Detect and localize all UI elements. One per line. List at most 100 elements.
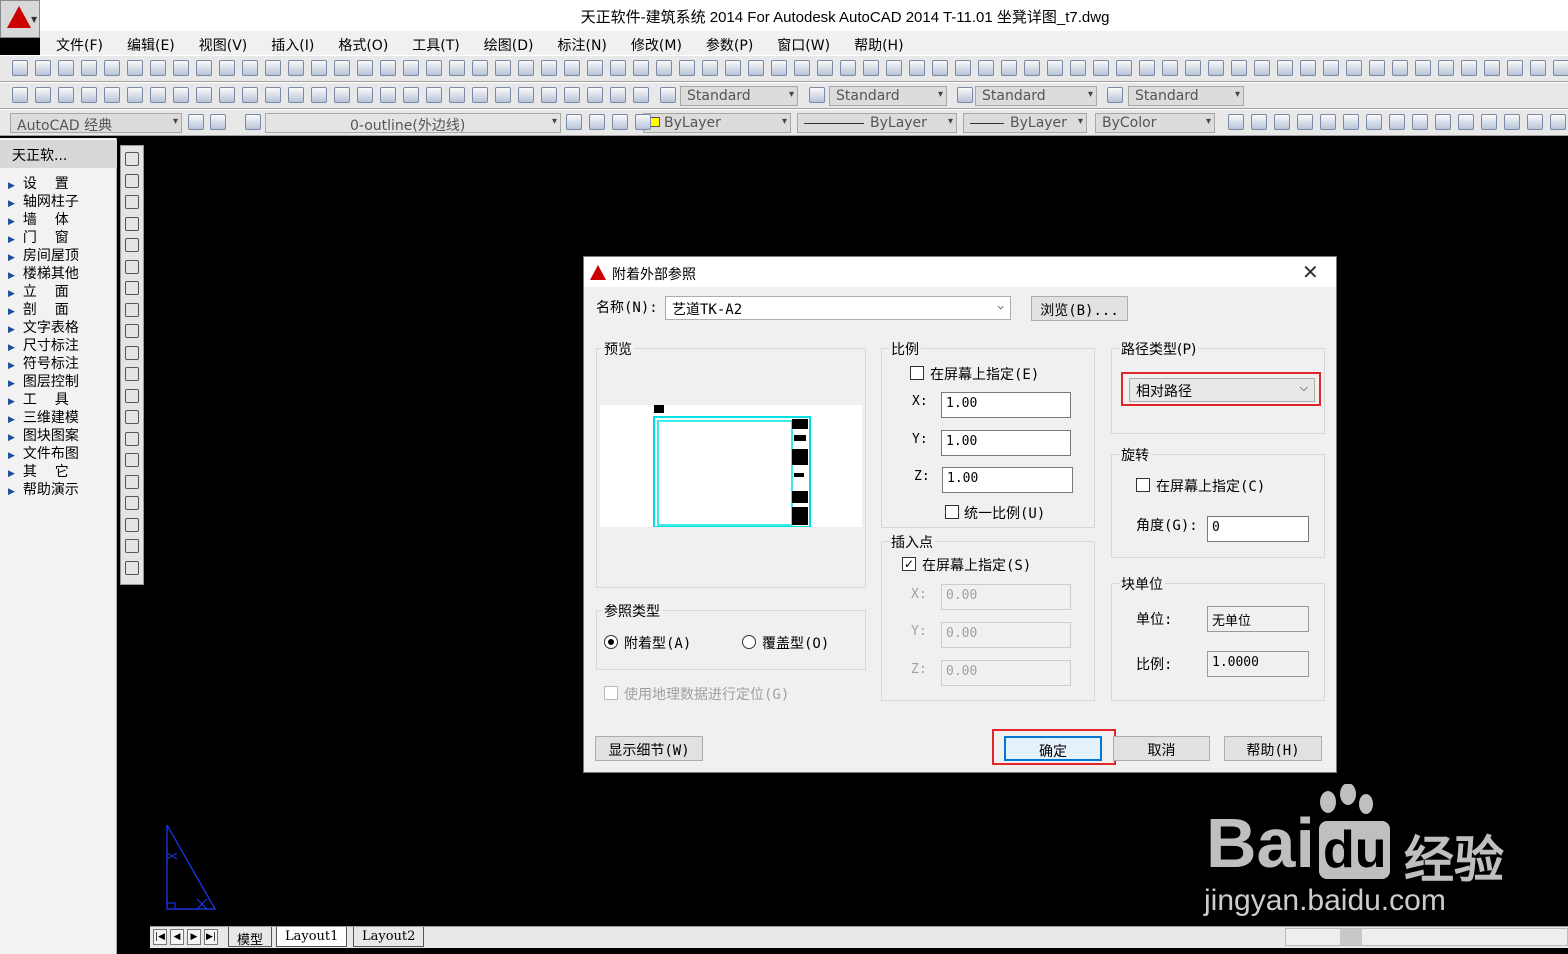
draw-tool-icon[interactable] bbox=[125, 345, 139, 360]
draw-tool-icon[interactable] bbox=[125, 496, 139, 510]
toolbar-tool-icon[interactable] bbox=[219, 87, 235, 103]
toolbar-tool-icon[interactable] bbox=[1024, 60, 1040, 76]
palette-item-layout[interactable]: ▶ 文件布图 bbox=[8, 443, 79, 463]
toolbar-tool-icon[interactable] bbox=[564, 87, 580, 103]
name-select[interactable]: 艺道TK-A2 ⌵ bbox=[665, 296, 1011, 320]
toolbar-tool-icon[interactable] bbox=[794, 60, 810, 76]
dim-style-select[interactable]: Standard ▾ bbox=[829, 86, 947, 106]
text-style-select[interactable]: Standard ▾ bbox=[680, 86, 798, 106]
toolbar-tool-icon[interactable] bbox=[660, 87, 676, 103]
toolbar-tool-icon[interactable] bbox=[1047, 60, 1063, 76]
toolbar-tool-icon[interactable] bbox=[1415, 60, 1431, 76]
toolbar-tool-icon[interactable] bbox=[587, 87, 603, 103]
table-style-select[interactable]: Standard ▾ bbox=[975, 86, 1097, 106]
toolbar-tool-icon[interactable] bbox=[449, 60, 465, 76]
toolbar-tool-icon[interactable] bbox=[1412, 114, 1428, 130]
palette-item-text-table[interactable]: ▶ 文字表格 bbox=[8, 317, 79, 337]
toolbar-tool-icon[interactable] bbox=[1343, 114, 1359, 130]
toolbar-tool-icon[interactable] bbox=[12, 60, 28, 76]
toolbar-tool-icon[interactable] bbox=[1553, 60, 1568, 76]
toolbar-tool-icon[interactable] bbox=[702, 60, 718, 76]
palette-item-axis[interactable]: ▶ 轴网柱子 bbox=[8, 191, 79, 211]
toolbar-tool-icon[interactable] bbox=[35, 87, 51, 103]
lineweight-select[interactable]: ByLayer ▾ bbox=[963, 113, 1087, 133]
toolbar-tool-icon[interactable] bbox=[589, 114, 605, 130]
mleader-style-select[interactable]: Standard ▾ bbox=[1128, 86, 1244, 106]
toolbar-tool-icon[interactable] bbox=[1300, 60, 1316, 76]
draw-tool-icon[interactable] bbox=[125, 238, 139, 252]
toolbar-tool-icon[interactable] bbox=[58, 60, 74, 76]
toolbar-tool-icon[interactable] bbox=[1527, 114, 1543, 130]
toolbar-tool-icon[interactable] bbox=[932, 60, 948, 76]
tab-layout2[interactable]: Layout2 bbox=[353, 927, 425, 947]
toolbar-tool-icon[interactable] bbox=[35, 60, 51, 76]
toolbar-tool-icon[interactable] bbox=[196, 60, 212, 76]
palette-item-door[interactable]: ▶ 门 窗 bbox=[8, 227, 69, 247]
draw-tool-icon[interactable] bbox=[125, 474, 139, 489]
toolbar-tool-icon[interactable] bbox=[1550, 114, 1566, 130]
palette-item-wall[interactable]: ▶ 墙 体 bbox=[8, 209, 69, 229]
scrollbar-thumb[interactable] bbox=[1340, 929, 1362, 945]
draw-tool-icon[interactable] bbox=[125, 367, 139, 381]
palette-item-elevation[interactable]: ▶ 立 面 bbox=[8, 281, 69, 301]
toolbar-tool-icon[interactable] bbox=[242, 87, 258, 103]
draw-tool-icon[interactable] bbox=[125, 173, 139, 188]
toolbar-tool-icon[interactable] bbox=[104, 87, 120, 103]
toolbar-tool-icon[interactable] bbox=[472, 87, 488, 103]
toolbar-tool-icon[interactable] bbox=[610, 60, 626, 76]
toolbar-tool-icon[interactable] bbox=[1093, 60, 1109, 76]
draw-tool-icon[interactable] bbox=[125, 216, 139, 231]
toolbar-tool-icon[interactable] bbox=[242, 60, 258, 76]
toolbar-tool-icon[interactable] bbox=[1139, 60, 1155, 76]
toolbar-tool-icon[interactable] bbox=[518, 60, 534, 76]
toolbar-tool-icon[interactable] bbox=[1389, 114, 1405, 130]
toolbar-tool-icon[interactable] bbox=[1320, 114, 1336, 130]
toolbar-tool-icon[interactable] bbox=[334, 87, 350, 103]
toolbar-tool-icon[interactable] bbox=[909, 60, 925, 76]
toolbar-tool-icon[interactable] bbox=[380, 87, 396, 103]
toolbar-tool-icon[interactable] bbox=[1274, 114, 1290, 130]
toolbar-tool-icon[interactable] bbox=[150, 87, 166, 103]
toolbar-tool-icon[interactable] bbox=[188, 114, 204, 130]
toolbar-tool-icon[interactable] bbox=[81, 60, 97, 76]
tab-layout1[interactable]: Layout1 bbox=[276, 927, 348, 947]
show-details-button[interactable]: 显示细节(W) bbox=[595, 736, 703, 761]
toolbar-tool-icon[interactable] bbox=[610, 87, 626, 103]
toolbar-tool-icon[interactable] bbox=[1323, 60, 1339, 76]
rotation-on-screen-checkbox[interactable] bbox=[1136, 478, 1150, 492]
prev-tab-button[interactable]: ◀ bbox=[170, 929, 184, 945]
uniform-scale-checkbox[interactable] bbox=[945, 505, 959, 519]
palette-item-settings[interactable]: ▶ 设 置 bbox=[8, 173, 69, 193]
palette-item-other[interactable]: ▶ 其 它 bbox=[8, 461, 69, 481]
insert-y-input[interactable]: 0.00 bbox=[941, 622, 1071, 648]
toolbar-tool-icon[interactable] bbox=[1438, 60, 1454, 76]
toolbar-tool-icon[interactable] bbox=[288, 60, 304, 76]
toolbar-tool-icon[interactable] bbox=[265, 87, 281, 103]
toolbar-tool-icon[interactable] bbox=[541, 87, 557, 103]
toolbar-tool-icon[interactable] bbox=[196, 87, 212, 103]
overlay-radio[interactable] bbox=[742, 635, 756, 649]
scale-z-input[interactable]: 1.00 bbox=[942, 467, 1073, 493]
toolbar-tool-icon[interactable] bbox=[104, 60, 120, 76]
insert-x-input[interactable]: 0.00 bbox=[941, 584, 1071, 610]
toolbar-tool-icon[interactable] bbox=[288, 87, 304, 103]
toolbar-tool-icon[interactable] bbox=[1254, 60, 1270, 76]
toolbar-tool-icon[interactable] bbox=[127, 87, 143, 103]
insert-on-screen-checkbox[interactable]: ✓ bbox=[902, 557, 916, 571]
toolbar-tool-icon[interactable] bbox=[886, 60, 902, 76]
draw-tool-icon[interactable] bbox=[125, 410, 139, 424]
palette-item-symbol[interactable]: ▶ 符号标注 bbox=[8, 353, 79, 373]
application-menu-button[interactable]: ▼ bbox=[0, 0, 40, 38]
toolbar-tool-icon[interactable] bbox=[612, 114, 628, 130]
toolbar-tool-icon[interactable] bbox=[245, 114, 261, 130]
toolbar-tool-icon[interactable] bbox=[1070, 60, 1086, 76]
toolbar-tool-icon[interactable] bbox=[1507, 60, 1523, 76]
toolbar-tool-icon[interactable] bbox=[403, 87, 419, 103]
toolbar-tool-icon[interactable] bbox=[311, 87, 327, 103]
linetype-select[interactable]: ByLayer ▾ bbox=[797, 113, 957, 133]
plotstyle-select[interactable]: ByColor ▾ bbox=[1095, 113, 1215, 133]
workspace-select[interactable]: AutoCAD 经典 ▾ bbox=[10, 113, 182, 133]
draw-tool-icon[interactable] bbox=[125, 539, 139, 553]
toolbar-tool-icon[interactable] bbox=[1366, 114, 1382, 130]
toolbar-tool-icon[interactable] bbox=[1251, 114, 1267, 130]
